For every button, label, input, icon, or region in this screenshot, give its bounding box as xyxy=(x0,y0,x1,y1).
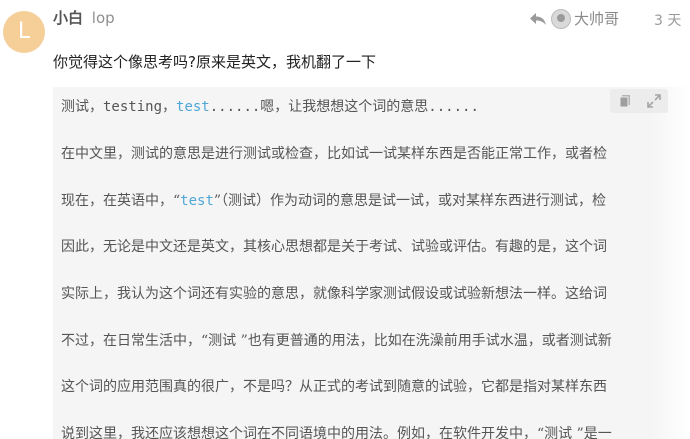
code-line: 在中文里，测试的意思是进行测试或检查，比如试一试某样东西是否能正常工作，或者检 xyxy=(61,146,607,162)
post-author: 小白 lop xyxy=(53,9,115,27)
reply-to-tab[interactable]: 大帅哥 xyxy=(529,8,619,29)
code-line: 测试，testing，test......嗯，让我想想这个词的意思...... xyxy=(61,99,479,115)
reply-to-avatar xyxy=(551,8,571,29)
code-line: 不过，在日常生活中，“测试 ”也有更普通的用法，比如在洗澡前用手试水温，或者测试… xyxy=(61,333,612,349)
code-line: 这个词的应用范围真的很广，不是吗？从正式的考试到随意的试验，它都是指对某样东西 xyxy=(61,379,607,395)
post-date[interactable]: 3 天 xyxy=(654,10,681,30)
user-avatar[interactable]: L xyxy=(3,11,45,53)
overflow-fade xyxy=(650,87,690,439)
code-line: 因此，无论是中文还是英文，其核心思想都是关于考试、试验或评估。有趣的是，这个词 xyxy=(61,239,607,255)
code-line: 实际上，我认为这个词还有实验的意思，就像科学家测试假设或试验新想法一样。这给词 xyxy=(61,286,607,302)
code-toolbar xyxy=(610,89,668,113)
code-line: 说到这里，我还应该想想这个词在不同语境中的用法。例如，在软件开发中，“测试 ”是… xyxy=(61,426,612,439)
expand-icon[interactable] xyxy=(646,94,661,108)
code-block: 测试，testing，test......嗯，让我想想这个词的意思...... … xyxy=(53,87,690,439)
post-body-text: 你觉得这个像思考吗?原来是英文，我机翻了一下 xyxy=(53,53,376,71)
avatar-letter: L xyxy=(17,19,31,44)
reply-arrow-icon xyxy=(530,12,546,25)
forum-post: L 小白 lop 大帅哥 3 天 你觉得这个像思考吗?原来是英文，我机翻了一下 … xyxy=(0,0,690,439)
copy-icon[interactable] xyxy=(618,94,632,108)
author-username[interactable]: lop xyxy=(92,9,115,27)
reply-to-name: 大帅哥 xyxy=(574,10,620,28)
code-line: 现在，在英语中，“test”（测试）作为动词的意思是试一试，或对某样东西进行测试… xyxy=(61,193,607,209)
author-display-name[interactable]: 小白 xyxy=(53,9,83,27)
